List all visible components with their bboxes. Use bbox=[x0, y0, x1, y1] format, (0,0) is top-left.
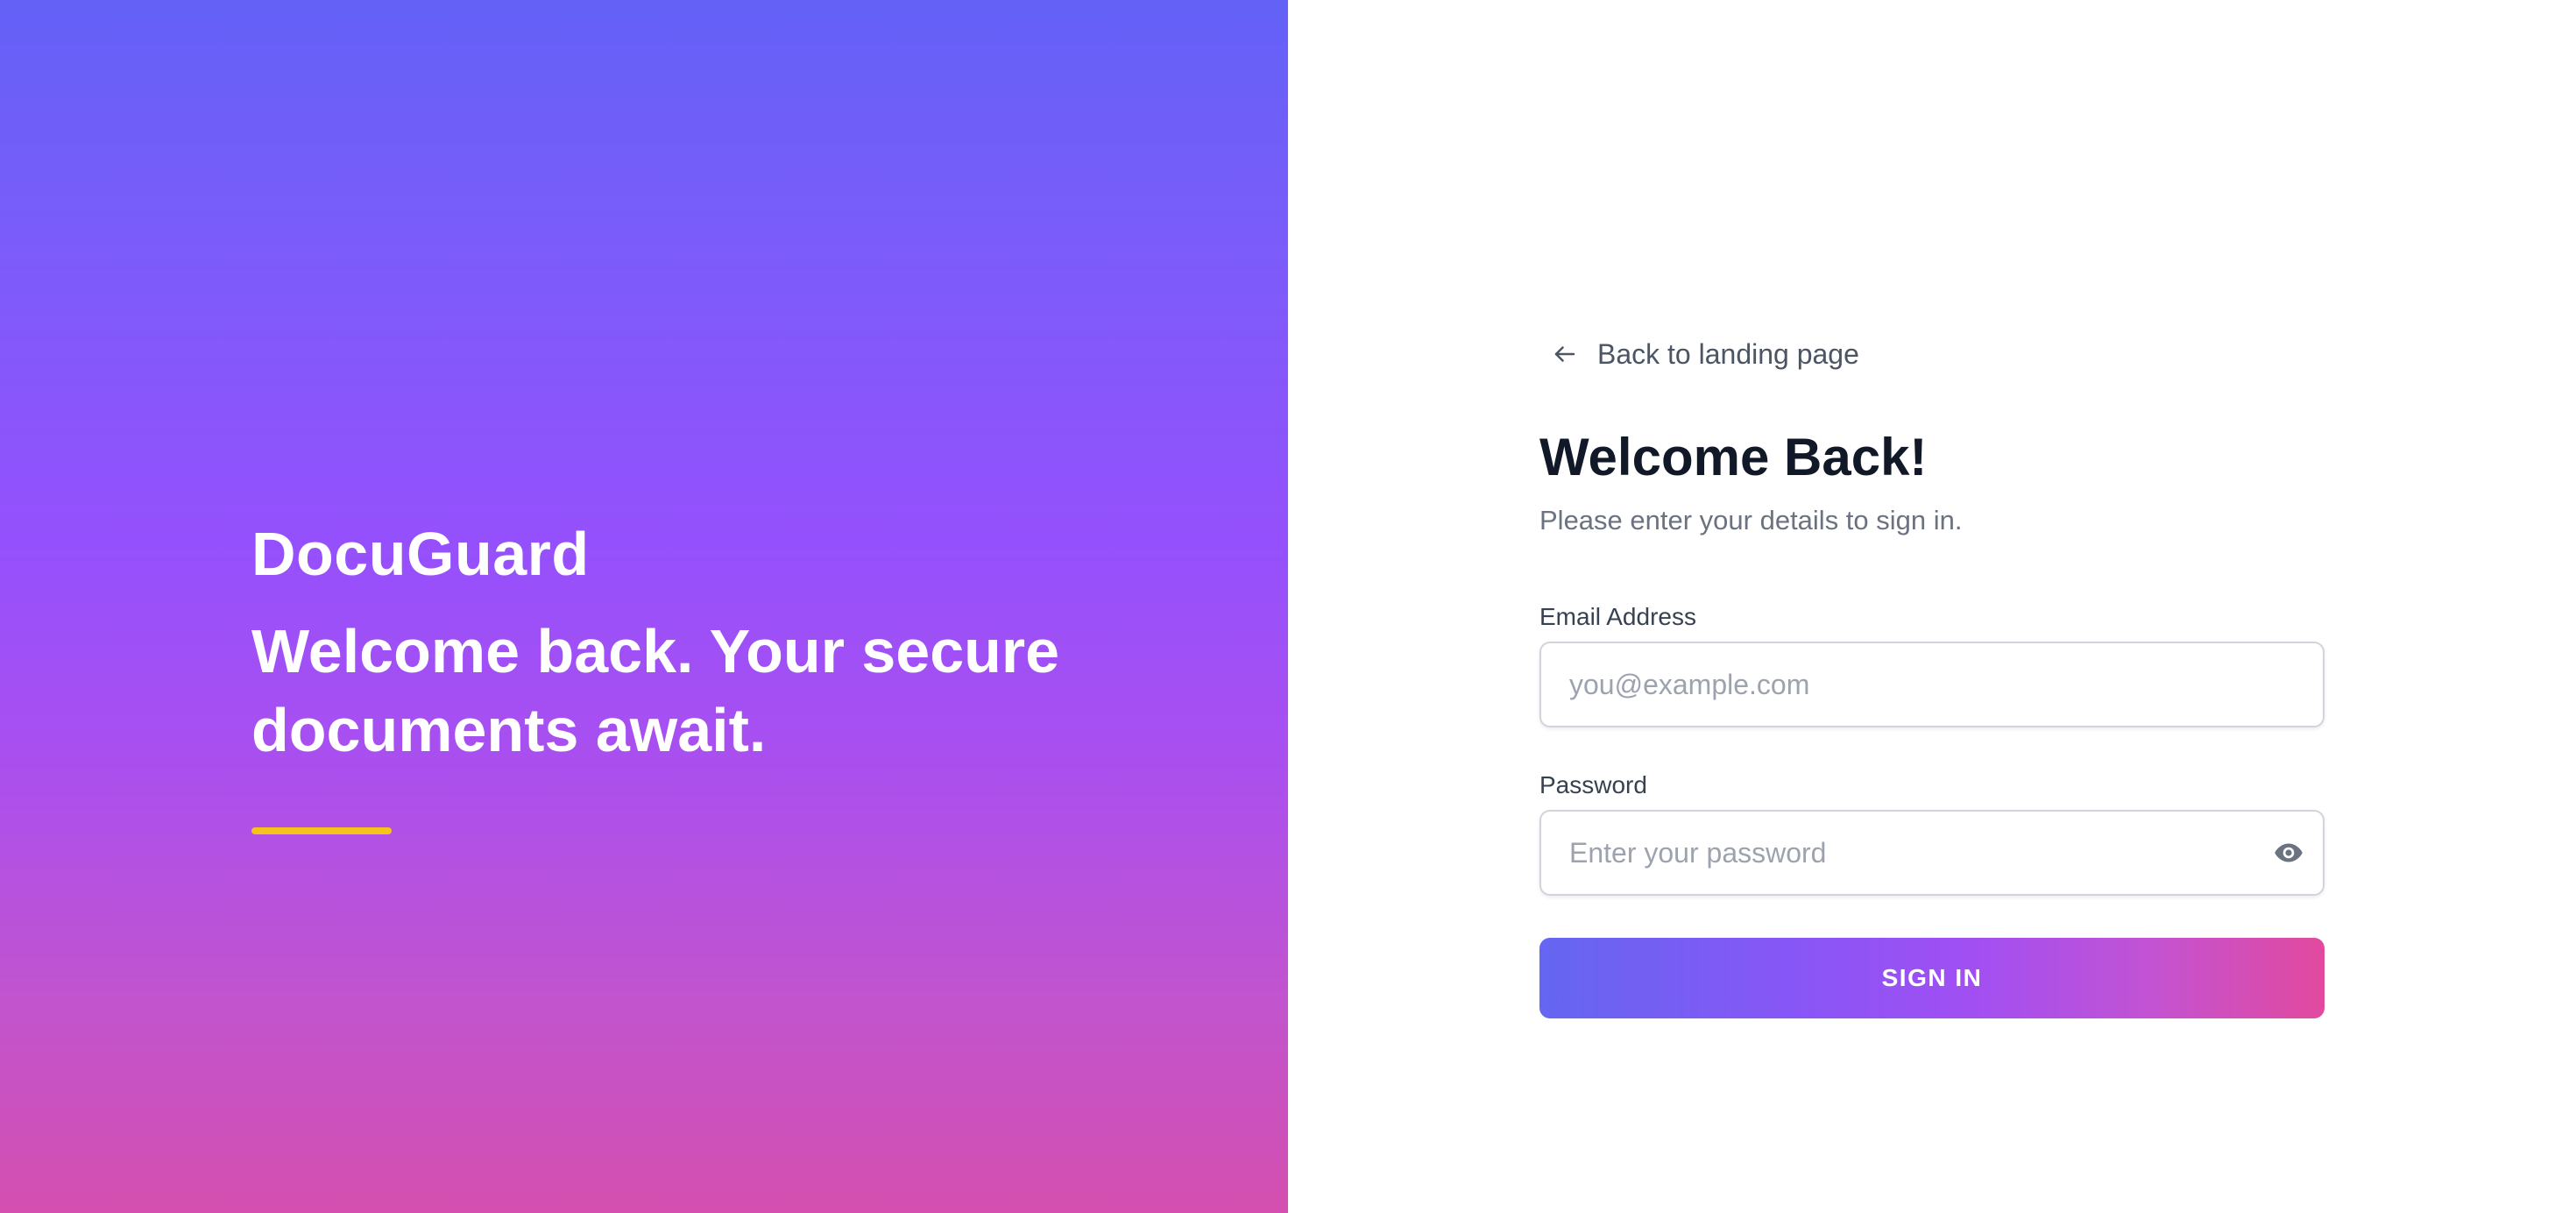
hero-panel: DocuGuard Welcome back. Your secure docu… bbox=[0, 0, 1288, 1213]
email-input[interactable] bbox=[1539, 642, 2325, 727]
page-title: Welcome Back! bbox=[1539, 428, 1928, 486]
sign-in-form: Back to landing page Welcome Back! Pleas… bbox=[1539, 330, 2325, 1018]
sign-in-button[interactable]: SIGN IN bbox=[1539, 938, 2325, 1018]
email-label: Email Address bbox=[1539, 603, 1696, 630]
accent-underline bbox=[251, 827, 392, 834]
form-panel: Back to landing page Welcome Back! Pleas… bbox=[1288, 0, 2576, 1213]
back-link-label: Back to landing page bbox=[1597, 338, 1859, 370]
password-label: Password bbox=[1539, 771, 1647, 798]
password-field-wrapper bbox=[1539, 810, 2325, 896]
email-field-wrapper bbox=[1539, 642, 2325, 727]
sign-in-page: DocuGuard Welcome back. Your secure docu… bbox=[0, 0, 2576, 1213]
brand-name: DocuGuard bbox=[251, 520, 590, 588]
arrow-left-icon bbox=[1554, 346, 1575, 362]
eye-icon[interactable] bbox=[2272, 837, 2305, 869]
hero-content: DocuGuard Welcome back. Your secure docu… bbox=[251, 517, 1128, 834]
page-subtitle: Please enter your details to sign in. bbox=[1539, 505, 1963, 536]
password-input[interactable] bbox=[1539, 810, 2325, 896]
hero-tagline: Welcome back. Your secure documents awai… bbox=[251, 617, 1060, 764]
back-to-landing-link[interactable]: Back to landing page bbox=[1552, 330, 1859, 379]
